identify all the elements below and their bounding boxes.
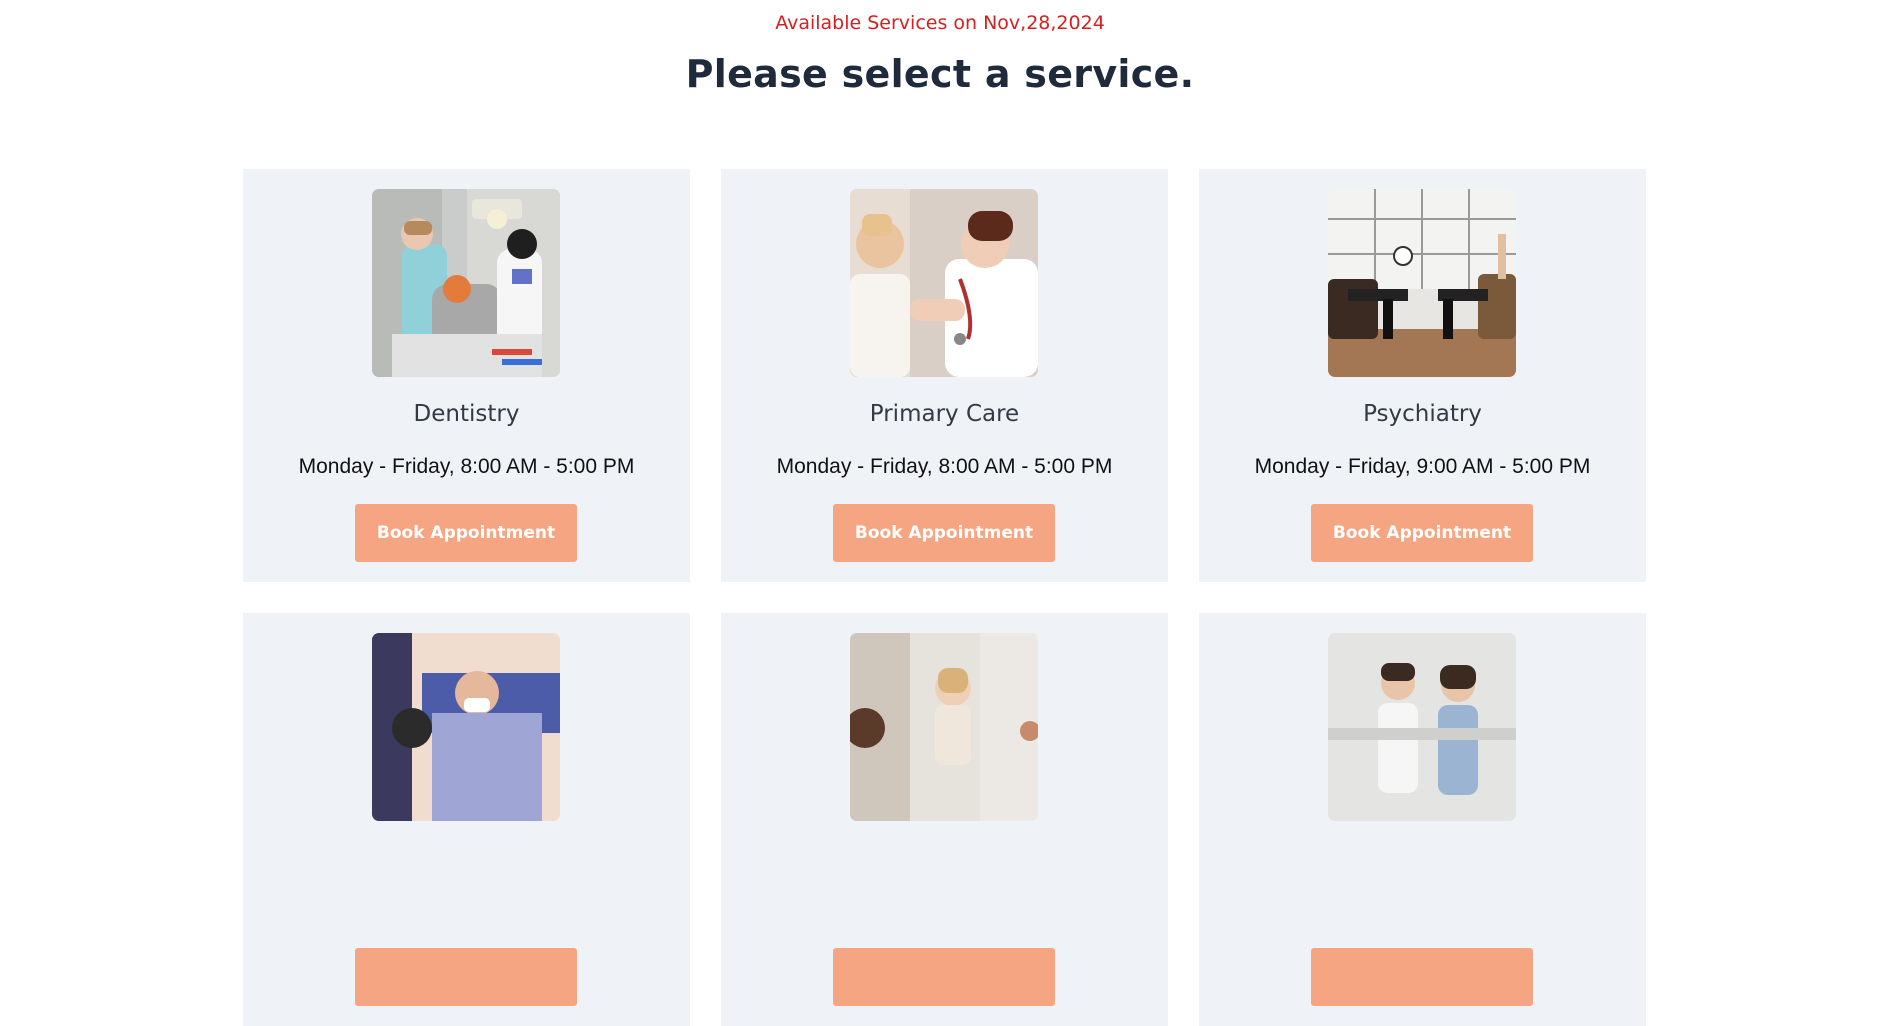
book-appointment-button[interactable]: Book Appointment: [355, 504, 577, 562]
service-card-6: [1199, 613, 1646, 1026]
service-hours: Monday - Friday, 9:00 AM - 5:00 PM: [1254, 455, 1591, 478]
service-hours: Monday - Friday, 8:00 AM - 5:00 PM: [298, 455, 635, 478]
service-name: Primary Care: [869, 401, 1020, 427]
book-appointment-button[interactable]: [355, 948, 577, 1006]
psychiatry-photo: [1328, 189, 1516, 377]
book-appointment-button[interactable]: Book Appointment: [1311, 504, 1533, 562]
service-card-5: [721, 613, 1168, 1026]
service-name: Dentistry: [413, 401, 520, 427]
dentistry-photo: [372, 189, 560, 377]
service-card-psychiatry: Psychiatry Monday - Friday, 9:00 AM - 5:…: [1199, 169, 1646, 582]
service-name: Psychiatry: [1363, 401, 1482, 427]
service-card-dentistry: Dentistry Monday - Friday, 8:00 AM - 5:0…: [243, 169, 690, 582]
service-photo: [1328, 633, 1516, 821]
service-card-4: [243, 613, 690, 1026]
service-photo: [372, 633, 560, 821]
available-date-text: Available Services on Nov,28,2024: [775, 12, 1105, 34]
primary-care-photo: [850, 189, 1038, 377]
book-appointment-button[interactable]: Book Appointment: [833, 504, 1055, 562]
service-hours: Monday - Friday, 8:00 AM - 5:00 PM: [776, 455, 1113, 478]
book-appointment-button[interactable]: [833, 948, 1055, 1006]
service-photo: [850, 633, 1038, 821]
page-title: Please select a service.: [685, 52, 1195, 96]
service-card-primary-care: Primary Care Monday - Friday, 8:00 AM - …: [721, 169, 1168, 582]
book-appointment-button[interactable]: [1311, 948, 1533, 1006]
